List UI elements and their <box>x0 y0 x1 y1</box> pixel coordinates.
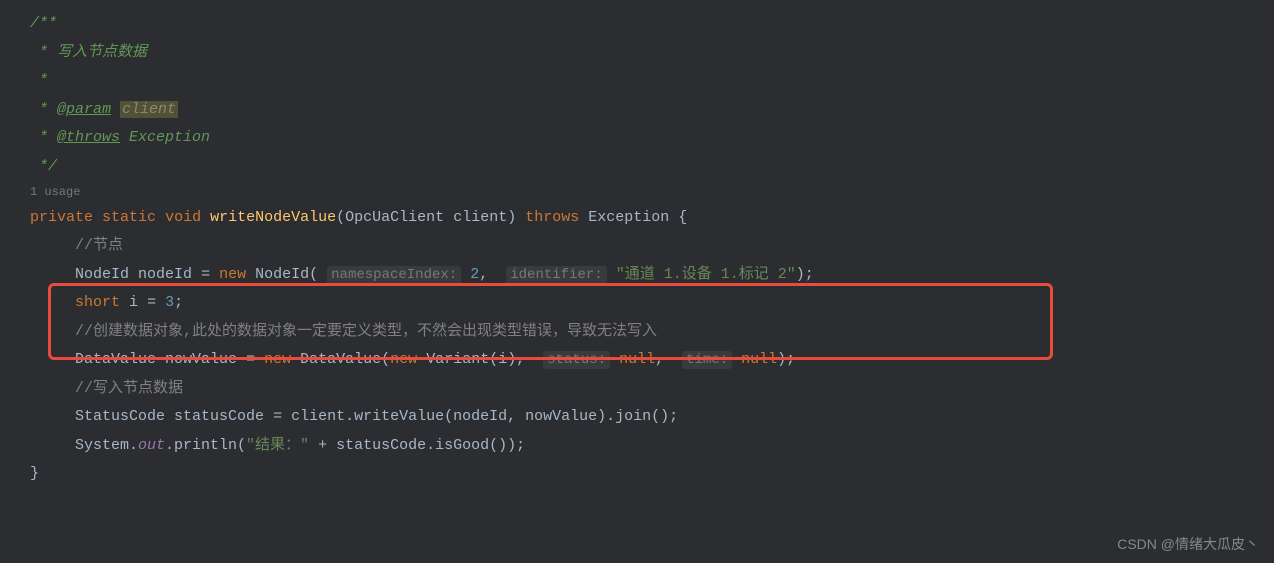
doc-comment-open: /** <box>30 10 1274 39</box>
code-editor[interactable]: /** * 写入节点数据 * * @param client * @throws… <box>0 10 1274 489</box>
method-close-brace: } <box>30 460 1274 489</box>
comment-write: //写入节点数据 <box>30 375 1274 404</box>
doc-comment-empty: * <box>30 67 1274 96</box>
comment-create-data: //创建数据对象,此处的数据对象一定要定义类型，不然会出现类型错误，导致无法写入 <box>30 318 1274 347</box>
usage-hint[interactable]: 1 usage <box>30 181 1274 204</box>
comment-node: //节点 <box>30 232 1274 261</box>
doc-comment-close: */ <box>30 153 1274 182</box>
println-call: System.out.println("结果：" + statusCode.is… <box>30 432 1274 461</box>
watermark: CSDN @情绪大瓜皮丶 <box>1117 531 1259 558</box>
doc-comment-param: * @param client <box>30 96 1274 125</box>
doc-comment-desc: * 写入节点数据 <box>30 39 1274 68</box>
nodeid-declaration: NodeId nodeId = new NodeId( namespaceInd… <box>30 261 1274 290</box>
doc-comment-throws: * @throws Exception <box>30 124 1274 153</box>
short-declaration: short i = 3; <box>30 289 1274 318</box>
datavalue-declaration: DataValue nowValue = new DataValue(new V… <box>30 346 1274 375</box>
method-signature: private static void writeNodeValue(OpcUa… <box>30 204 1274 233</box>
statuscode-declaration: StatusCode statusCode = client.writeValu… <box>30 403 1274 432</box>
